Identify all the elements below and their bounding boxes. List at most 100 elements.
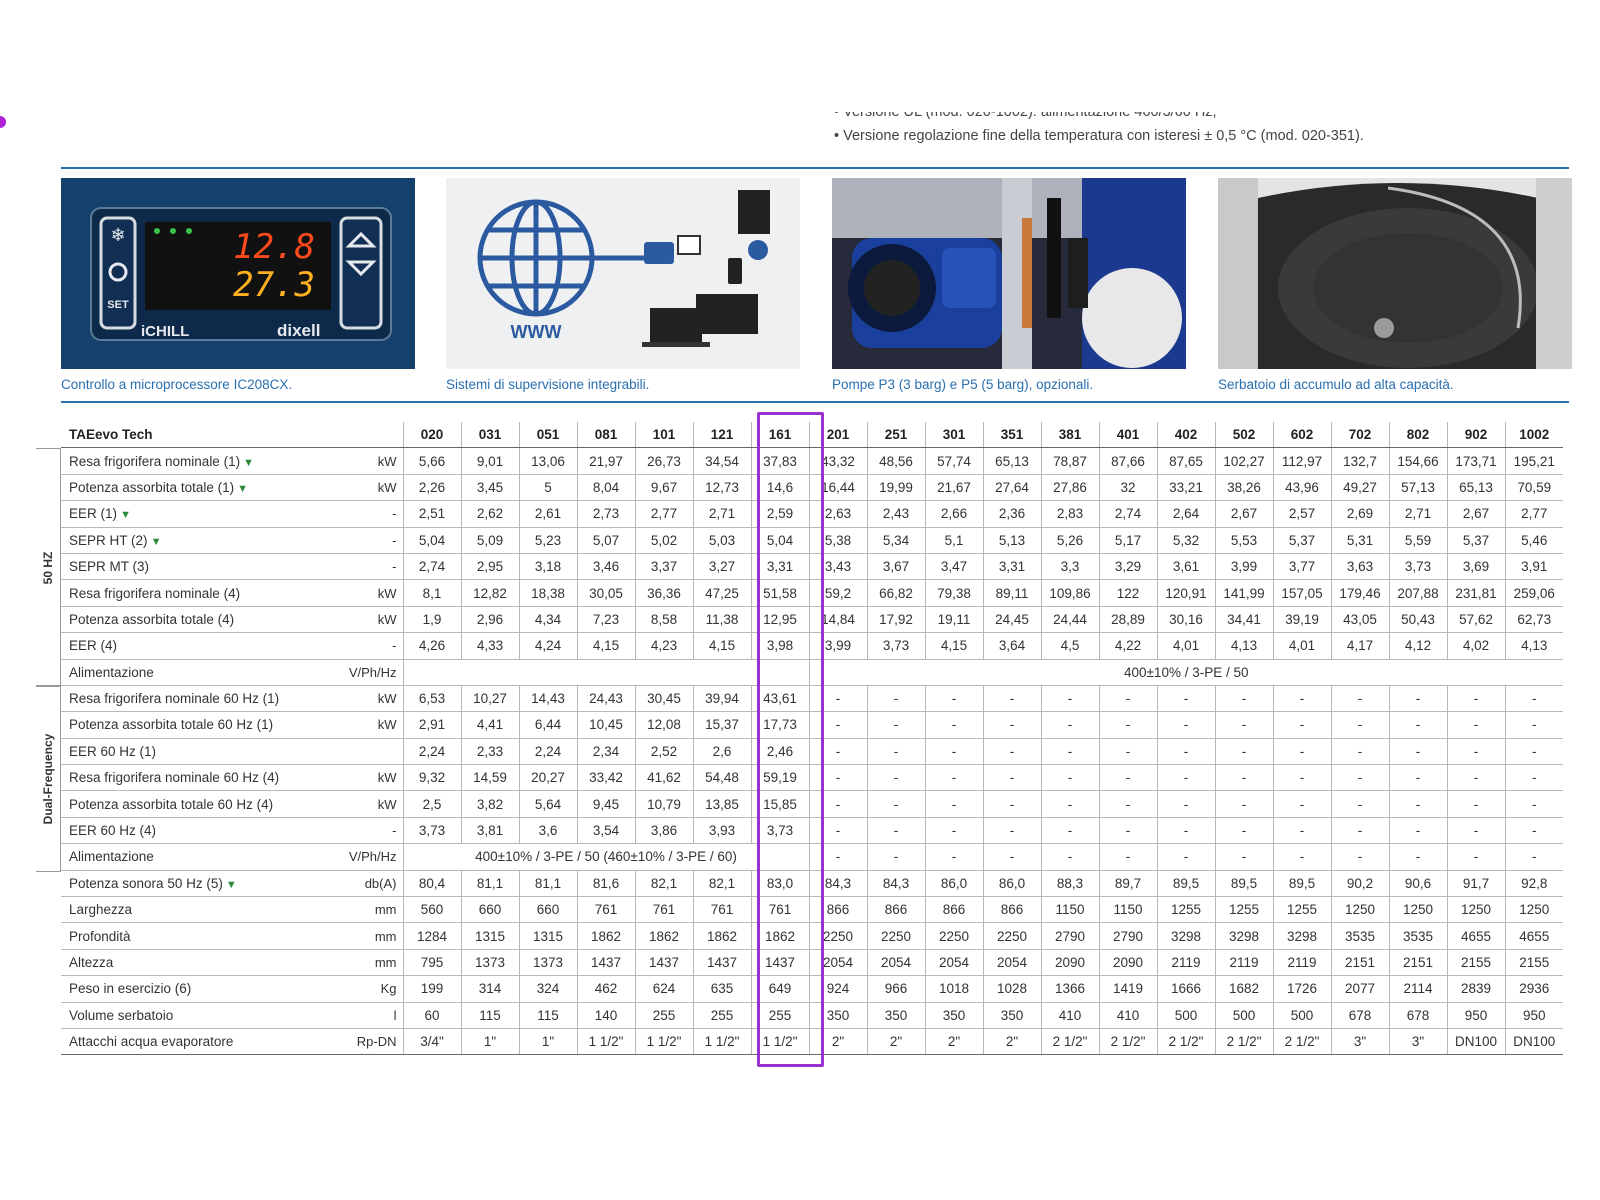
value-cell: 2" xyxy=(982,1028,1041,1056)
value-cell: - xyxy=(1272,817,1331,845)
value-cell: 3,37 xyxy=(634,553,693,581)
value-cell: 5,37 xyxy=(1446,527,1505,554)
value-cell: - xyxy=(1156,790,1215,818)
row-label-text: Potenza assorbita totale 60 Hz (4) xyxy=(69,796,274,812)
value-cell: 1726 xyxy=(1272,975,1331,1003)
value-cell: - xyxy=(982,711,1041,739)
value-cell: 2151 xyxy=(1330,949,1389,977)
model-402: 402 xyxy=(1156,422,1215,449)
unit-cell: - xyxy=(337,500,403,528)
model-1002: 1002 xyxy=(1504,422,1563,449)
value-cell: - xyxy=(1214,764,1273,792)
value-cell: 102,27 xyxy=(1214,447,1273,475)
caption-controller: Controllo a microprocessore IC208CX. xyxy=(61,377,293,392)
value-cell: 11,38 xyxy=(692,606,751,634)
value-cell: 60 xyxy=(402,1002,461,1029)
value-cell: 500 xyxy=(1272,1002,1331,1029)
value-cell: 1250 xyxy=(1504,896,1563,924)
value-cell: - xyxy=(1330,817,1389,845)
model-251: 251 xyxy=(866,422,925,449)
value-cell: 2114 xyxy=(1388,975,1447,1003)
value-cell: 2,74 xyxy=(1098,500,1157,528)
value-cell: 2151 xyxy=(1388,949,1447,977)
row-label: Resa frigorifera nominale (4) xyxy=(61,579,337,607)
unit-cell: V/Ph/Hz xyxy=(337,659,403,686)
value-cell: 3,46 xyxy=(576,553,635,581)
value-cell: 660 xyxy=(518,896,577,924)
value-cell: 1 1/2" xyxy=(576,1028,635,1056)
value-cell: 1366 xyxy=(1040,975,1099,1003)
value-cell: 2 1/2" xyxy=(1214,1028,1273,1056)
row-label: Potenza assorbita totale 60 Hz (1) xyxy=(61,711,337,739)
phone-icon xyxy=(728,258,742,284)
model-020: 020 xyxy=(402,422,461,449)
value-cell: 5,64 xyxy=(518,790,577,818)
group-0: 50 HZ xyxy=(36,448,61,687)
caption-supervision: Sistemi di supervisione integrabili. xyxy=(446,377,650,392)
snowflake-icon: ❄ xyxy=(110,225,125,246)
span-cell: - xyxy=(1388,843,1447,871)
value-cell: - xyxy=(1504,790,1563,818)
value-cell: 199 xyxy=(402,975,461,1003)
value-cell: 4,15 xyxy=(576,632,635,660)
value-cell: 30,16 xyxy=(1156,606,1215,634)
value-cell: 2,67 xyxy=(1446,500,1505,528)
value-cell: 2936 xyxy=(1504,975,1563,1003)
value-cell: 761 xyxy=(634,896,693,924)
value-cell: - xyxy=(1214,685,1273,713)
value-cell: 1255 xyxy=(1214,896,1273,924)
value-cell: 950 xyxy=(1446,1002,1505,1029)
value-cell: 2250 xyxy=(982,922,1041,950)
value-cell: 2250 xyxy=(866,922,925,950)
value-cell: 6,44 xyxy=(518,711,577,739)
value-cell: 5,02 xyxy=(634,527,693,554)
value-cell: 24,45 xyxy=(982,606,1041,634)
value-cell: 660 xyxy=(460,896,519,924)
tablet-icon xyxy=(738,190,770,234)
value-cell: - xyxy=(1446,738,1505,766)
value-cell: 2,91 xyxy=(402,711,461,739)
value-cell: 1255 xyxy=(1272,896,1331,924)
value-cell: 2,57 xyxy=(1272,500,1331,528)
value-cell: 5,37 xyxy=(1272,527,1331,554)
value-cell: 21,67 xyxy=(924,474,983,502)
value-cell: - xyxy=(1098,817,1157,845)
value-cell: 761 xyxy=(692,896,751,924)
row-label-text: Potenza assorbita totale 60 Hz (1) xyxy=(69,717,274,733)
value-cell: 2090 xyxy=(1098,949,1157,977)
value-cell: 2,74 xyxy=(402,553,461,581)
value-cell: 2155 xyxy=(1504,949,1563,977)
row-label: Potenza assorbita totale (4) xyxy=(61,606,337,634)
value-cell: 173,71 xyxy=(1446,447,1505,475)
value-cell: 9,45 xyxy=(576,790,635,818)
value-cell: 2,95 xyxy=(460,553,519,581)
value-cell: - xyxy=(866,790,925,818)
value-cell: - xyxy=(1040,790,1099,818)
value-cell: 43,05 xyxy=(1330,606,1389,634)
value-cell: 5,53 xyxy=(1214,527,1273,554)
pump-photo xyxy=(832,178,1186,369)
value-cell: 10,79 xyxy=(634,790,693,818)
value-cell: 9,01 xyxy=(460,447,519,475)
model-902: 902 xyxy=(1446,422,1505,449)
row-label: Resa frigorifera nominale 60 Hz (4) xyxy=(61,764,337,792)
span-cell: - xyxy=(924,843,983,871)
value-cell: 1250 xyxy=(1446,896,1505,924)
value-cell: 1437 xyxy=(692,949,751,977)
model-081: 081 xyxy=(576,422,635,449)
value-cell: 62,73 xyxy=(1504,606,1563,634)
model-051: 051 xyxy=(518,422,577,449)
value-cell: 27,86 xyxy=(1040,474,1099,502)
value-cell: 33,21 xyxy=(1156,474,1215,502)
value-cell: 1028 xyxy=(982,975,1041,1003)
row-label-text: EER 60 Hz (1) xyxy=(69,743,157,759)
value-cell: 2,24 xyxy=(518,738,577,766)
span-cell: 400±10% / 3-PE / 50 xyxy=(808,659,1563,686)
value-cell: 3,86 xyxy=(634,817,693,845)
value-cell: 1373 xyxy=(460,949,519,977)
model-702: 702 xyxy=(1330,422,1389,449)
value-cell: - xyxy=(1446,790,1505,818)
unit-cell: kW xyxy=(337,474,403,502)
row-label-text: Resa frigorifera nominale 60 Hz (4) xyxy=(69,770,280,786)
value-cell: - xyxy=(1272,711,1331,739)
